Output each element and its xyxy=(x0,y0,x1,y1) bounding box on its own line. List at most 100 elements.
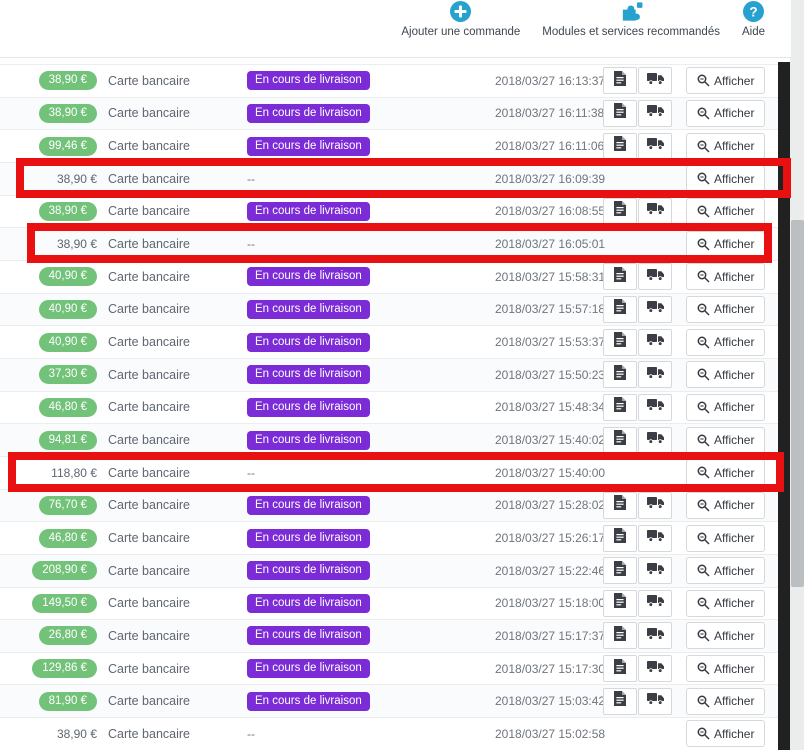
payment-method-label: Carte bancaire xyxy=(108,498,190,513)
view-order-button[interactable]: Afficher xyxy=(686,557,766,585)
add-order-button[interactable]: Ajouter une commande xyxy=(401,1,520,38)
scrollbar-thumb[interactable] xyxy=(791,220,804,587)
document-icon xyxy=(614,625,626,646)
invoice-button[interactable] xyxy=(603,99,637,127)
view-order-button[interactable]: Afficher xyxy=(686,393,766,421)
delivery-slip-button[interactable] xyxy=(638,295,672,323)
payment-method-label: Carte bancaire xyxy=(108,563,190,578)
delivery-slip-button[interactable] xyxy=(638,622,672,650)
document-icon xyxy=(614,332,626,352)
view-order-button[interactable]: Afficher xyxy=(686,230,766,258)
table-row[interactable]: 26,80 € Carte bancaire En cours de livra… xyxy=(0,619,779,652)
invoice-button[interactable] xyxy=(603,491,637,519)
view-order-button[interactable]: Afficher xyxy=(686,99,766,127)
payment-cell: Carte bancaire xyxy=(108,392,243,424)
view-order-button[interactable]: Afficher xyxy=(686,622,766,650)
modules-services-button[interactable]: Modules et services recommandés xyxy=(542,1,720,38)
delivery-slip-button[interactable] xyxy=(638,557,672,585)
delivery-slip-button[interactable] xyxy=(638,393,672,421)
invoice-button[interactable] xyxy=(603,393,637,421)
view-order-button[interactable]: Afficher xyxy=(686,426,766,454)
delivery-slip-button[interactable] xyxy=(638,655,672,683)
invoice-button[interactable] xyxy=(603,328,637,356)
view-order-button[interactable]: Afficher xyxy=(686,491,766,519)
date-cell: 2018/03/27 16:11:38 xyxy=(495,98,605,130)
magnifier-icon xyxy=(697,727,710,740)
table-row[interactable]: 208,90 € Carte bancaire En cours de livr… xyxy=(0,553,779,587)
table-row[interactable]: 40,90 € Carte bancaire En cours de livra… xyxy=(0,325,779,358)
table-row[interactable]: 99,46 € Carte bancaire En cours de livra… xyxy=(0,129,779,162)
order-datetime: 2018/03/27 15:17:37 xyxy=(495,628,606,643)
view-order-button[interactable]: Afficher xyxy=(686,655,766,683)
invoice-button[interactable] xyxy=(603,426,637,454)
invoice-button[interactable] xyxy=(603,295,637,323)
view-order-button[interactable]: Afficher xyxy=(686,589,766,617)
view-order-button[interactable]: Afficher xyxy=(686,263,766,291)
view-order-button[interactable]: Afficher xyxy=(686,328,766,356)
view-order-button[interactable]: Afficher xyxy=(686,524,766,552)
invoice-button[interactable] xyxy=(603,197,637,225)
table-row[interactable]: 46,80 € Carte bancaire En cours de livra… xyxy=(0,390,779,424)
truck-icon xyxy=(646,594,664,612)
table-row[interactable]: 37,30 € Carte bancaire En cours de livra… xyxy=(0,357,779,391)
view-order-button[interactable]: Afficher xyxy=(686,720,766,748)
invoice-button[interactable] xyxy=(603,589,637,617)
documents-cell xyxy=(603,424,678,456)
table-row[interactable]: 149,50 € Carte bancaire En cours de livr… xyxy=(0,586,779,620)
invoice-button[interactable] xyxy=(603,67,637,95)
delivery-slip-button[interactable] xyxy=(638,524,672,552)
delivery-slip-button[interactable] xyxy=(638,361,672,389)
view-order-button[interactable]: Afficher xyxy=(686,687,766,715)
table-row[interactable]: 38,90 € Carte bancaire En cours de livra… xyxy=(0,64,779,97)
total-paid-badge: 37,30 € xyxy=(38,365,97,385)
view-order-button[interactable]: Afficher xyxy=(686,165,766,193)
status-cell: En cours de livraison xyxy=(247,588,417,620)
table-row[interactable]: 81,90 € Carte bancaire En cours de livra… xyxy=(0,684,779,718)
action-cell: Afficher xyxy=(686,620,766,652)
table-row[interactable]: 40,90 € Carte bancaire En cours de livra… xyxy=(0,292,779,326)
status-cell: En cours de livraison xyxy=(247,196,417,228)
documents-cell xyxy=(603,457,678,489)
table-row[interactable]: 129,86 € Carte bancaire En cours de livr… xyxy=(0,651,779,685)
help-button[interactable]: ? Aide xyxy=(742,1,765,38)
delivery-slip-button[interactable] xyxy=(638,99,672,127)
status-cell: En cours de livraison xyxy=(247,685,417,717)
order-datetime: 2018/03/27 15:58:31 xyxy=(495,269,606,284)
delivery-slip-button[interactable] xyxy=(638,67,672,95)
invoice-button[interactable] xyxy=(603,524,637,552)
order-datetime: 2018/03/27 16:05:01 xyxy=(495,237,606,252)
table-row[interactable]: 38,90 € Carte bancaire -- 2018/03/27 16:… xyxy=(0,161,779,195)
table-row[interactable]: 38,90 € Carte bancaire -- 2018/03/27 15:… xyxy=(0,717,779,750)
delivery-slip-button[interactable] xyxy=(638,197,672,225)
table-row[interactable]: 38,90 € Carte bancaire -- 2018/03/27 16:… xyxy=(0,227,779,260)
view-order-button[interactable]: Afficher xyxy=(686,132,766,160)
invoice-button[interactable] xyxy=(603,622,637,650)
table-row[interactable]: 118,80 € Carte bancaire -- 2018/03/27 15… xyxy=(0,455,779,489)
invoice-button[interactable] xyxy=(603,557,637,585)
invoice-button[interactable] xyxy=(603,263,637,291)
view-order-button[interactable]: Afficher xyxy=(686,67,766,95)
delivery-slip-button[interactable] xyxy=(638,132,672,160)
table-row[interactable]: 38,90 € Carte bancaire En cours de livra… xyxy=(0,194,779,228)
delivery-slip-button[interactable] xyxy=(638,328,672,356)
invoice-button[interactable] xyxy=(603,687,637,715)
invoice-button[interactable] xyxy=(603,132,637,160)
delivery-slip-button[interactable] xyxy=(638,263,672,291)
invoice-button[interactable] xyxy=(603,361,637,389)
delivery-slip-button[interactable] xyxy=(638,687,672,715)
view-order-button[interactable]: Afficher xyxy=(686,197,766,225)
table-row[interactable]: 38,90 € Carte bancaire En cours de livra… xyxy=(0,96,779,130)
table-row[interactable]: 46,80 € Carte bancaire En cours de livra… xyxy=(0,521,779,554)
delivery-slip-button[interactable] xyxy=(638,589,672,617)
view-order-button[interactable]: Afficher xyxy=(686,361,766,389)
view-order-button[interactable]: Afficher xyxy=(686,459,766,487)
payment-cell: Carte bancaire xyxy=(108,130,243,162)
table-row[interactable]: 76,70 € Carte bancaire En cours de livra… xyxy=(0,488,779,522)
invoice-button[interactable] xyxy=(603,655,637,683)
payment-cell: Carte bancaire xyxy=(108,522,243,554)
table-row[interactable]: 40,90 € Carte bancaire En cours de livra… xyxy=(0,259,779,293)
delivery-slip-button[interactable] xyxy=(638,491,672,519)
table-row[interactable]: 94,81 € Carte bancaire En cours de livra… xyxy=(0,423,779,456)
view-order-button[interactable]: Afficher xyxy=(686,295,766,323)
delivery-slip-button[interactable] xyxy=(638,426,672,454)
